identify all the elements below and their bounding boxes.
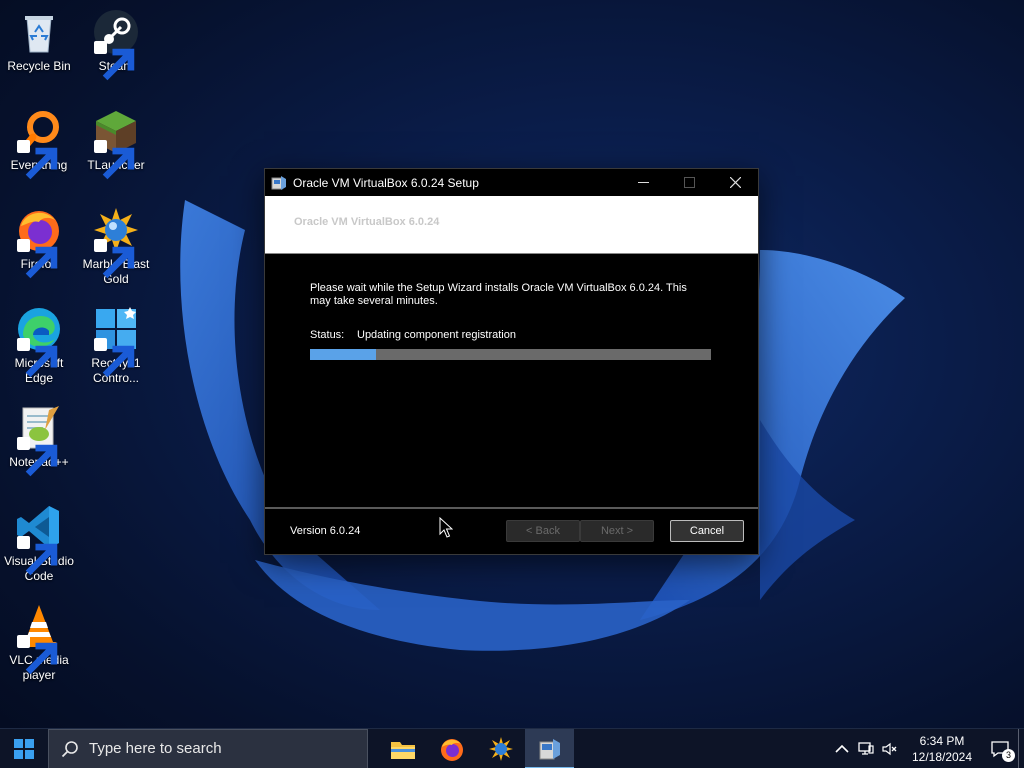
status-row: Status: Updating component registration — [310, 329, 516, 341]
shortcut-arrow-icon — [94, 140, 135, 180]
virtualbox-setup-icon — [271, 175, 286, 190]
taskbar-virtualbox-setup[interactable] — [525, 728, 574, 768]
version-label: Version 6.0.24 — [290, 525, 361, 537]
taskbar-file-explorer[interactable] — [378, 729, 427, 768]
search-input[interactable] — [89, 740, 349, 757]
shortcut-arrow-icon — [17, 437, 58, 477]
notification-count-badge: 3 — [1002, 749, 1015, 762]
status-value: Updating component registration — [357, 329, 516, 341]
close-button[interactable] — [712, 169, 758, 196]
back-button[interactable]: < Back — [506, 520, 580, 542]
tray-volume-button[interactable] — [878, 729, 902, 768]
clock-time: 6:34 PM — [919, 734, 965, 748]
install-message: Please wait while the Setup Wizard insta… — [310, 282, 687, 307]
start-button[interactable] — [0, 729, 48, 768]
setup-dialog: Oracle VM VirtualBox 6.0.24 Setup Oracle… — [264, 168, 759, 555]
marble-blast-icon — [488, 736, 513, 761]
desktop-icon-everything[interactable]: Everything — [0, 107, 78, 180]
desktop-icon-recycle-bin[interactable]: Recycle Bin — [0, 8, 78, 74]
taskbar-marble-blast[interactable] — [476, 729, 525, 768]
maximize-icon — [683, 177, 695, 188]
desktop-icon-vlc[interactable]: VLC media player — [0, 602, 78, 683]
windows-logo-icon — [14, 738, 34, 759]
banner-product-title: Oracle VM VirtualBox 6.0.24 — [294, 216, 440, 228]
tray-overflow-button[interactable] — [830, 729, 854, 768]
dialog-titlebar[interactable]: Oracle VM VirtualBox 6.0.24 Setup — [265, 169, 758, 196]
desktop-icon-firefox[interactable]: Firefox — [0, 206, 78, 279]
shortcut-arrow-icon — [94, 338, 135, 378]
clock-date: 12/18/2024 — [911, 750, 973, 764]
shortcut-arrow-icon — [94, 239, 135, 279]
desktop-icon-edge[interactable]: Microsoft Edge — [0, 305, 78, 386]
desktop-icon-steam[interactable]: Steam — [77, 8, 155, 81]
mouse-cursor-icon — [439, 517, 453, 538]
taskbar-clock[interactable]: 6:34 PM 12/18/2024 — [906, 733, 978, 765]
volume-muted-icon — [882, 742, 897, 756]
recycle-bin-icon — [25, 16, 53, 53]
network-icon — [858, 742, 874, 755]
desktop-icon-rectify11[interactable]: Rectify11 Contro... — [77, 305, 155, 386]
desktop-icon-tlauncher[interactable]: TLauncher — [77, 107, 155, 180]
desktop-icon-notepadpp[interactable]: Notepad++ — [0, 404, 78, 477]
dialog-title: Oracle VM VirtualBox 6.0.24 Setup — [293, 175, 479, 190]
desktop-icon-marble-blast[interactable]: Marble Blast Gold — [77, 206, 155, 287]
virtualbox-setup-icon — [539, 738, 560, 759]
taskbar-firefox[interactable] — [427, 729, 476, 768]
maximize-button[interactable] — [666, 169, 712, 196]
chevron-up-icon — [835, 744, 849, 753]
shortcut-arrow-icon — [94, 41, 135, 81]
shortcut-arrow-icon — [17, 140, 58, 180]
minimize-button[interactable] — [620, 169, 666, 196]
notification-center-button[interactable]: 3 — [982, 729, 1018, 768]
taskbar: 6:34 PM 12/18/2024 3 — [0, 728, 1024, 768]
shortcut-arrow-icon — [17, 338, 58, 378]
dialog-content: Please wait while the Setup Wizard insta… — [265, 254, 758, 507]
shortcut-arrow-icon — [17, 635, 58, 675]
search-icon — [61, 740, 78, 757]
status-label: Status: — [310, 329, 345, 341]
tray-network-button[interactable] — [854, 729, 878, 768]
cancel-button[interactable]: Cancel — [670, 520, 744, 542]
progress-fill — [310, 349, 377, 360]
dialog-banner: Oracle VM VirtualBox 6.0.24 — [265, 196, 758, 254]
minimize-icon — [637, 182, 649, 183]
file-explorer-icon — [390, 741, 415, 759]
dialog-footer: Version 6.0.24 < Back Next > Cancel — [265, 509, 758, 555]
shortcut-arrow-icon — [17, 239, 58, 279]
show-desktop-button[interactable] — [1018, 729, 1024, 768]
taskbar-search-box[interactable] — [48, 728, 368, 768]
desktop-icon-vscode[interactable]: Visual Studio Code — [0, 503, 78, 584]
close-icon — [729, 177, 741, 188]
next-button[interactable]: Next > — [580, 520, 654, 542]
system-tray: 6:34 PM 12/18/2024 3 — [830, 729, 1024, 768]
shortcut-arrow-icon — [17, 536, 58, 576]
install-progress-bar — [310, 349, 711, 360]
firefox-icon — [440, 738, 463, 761]
